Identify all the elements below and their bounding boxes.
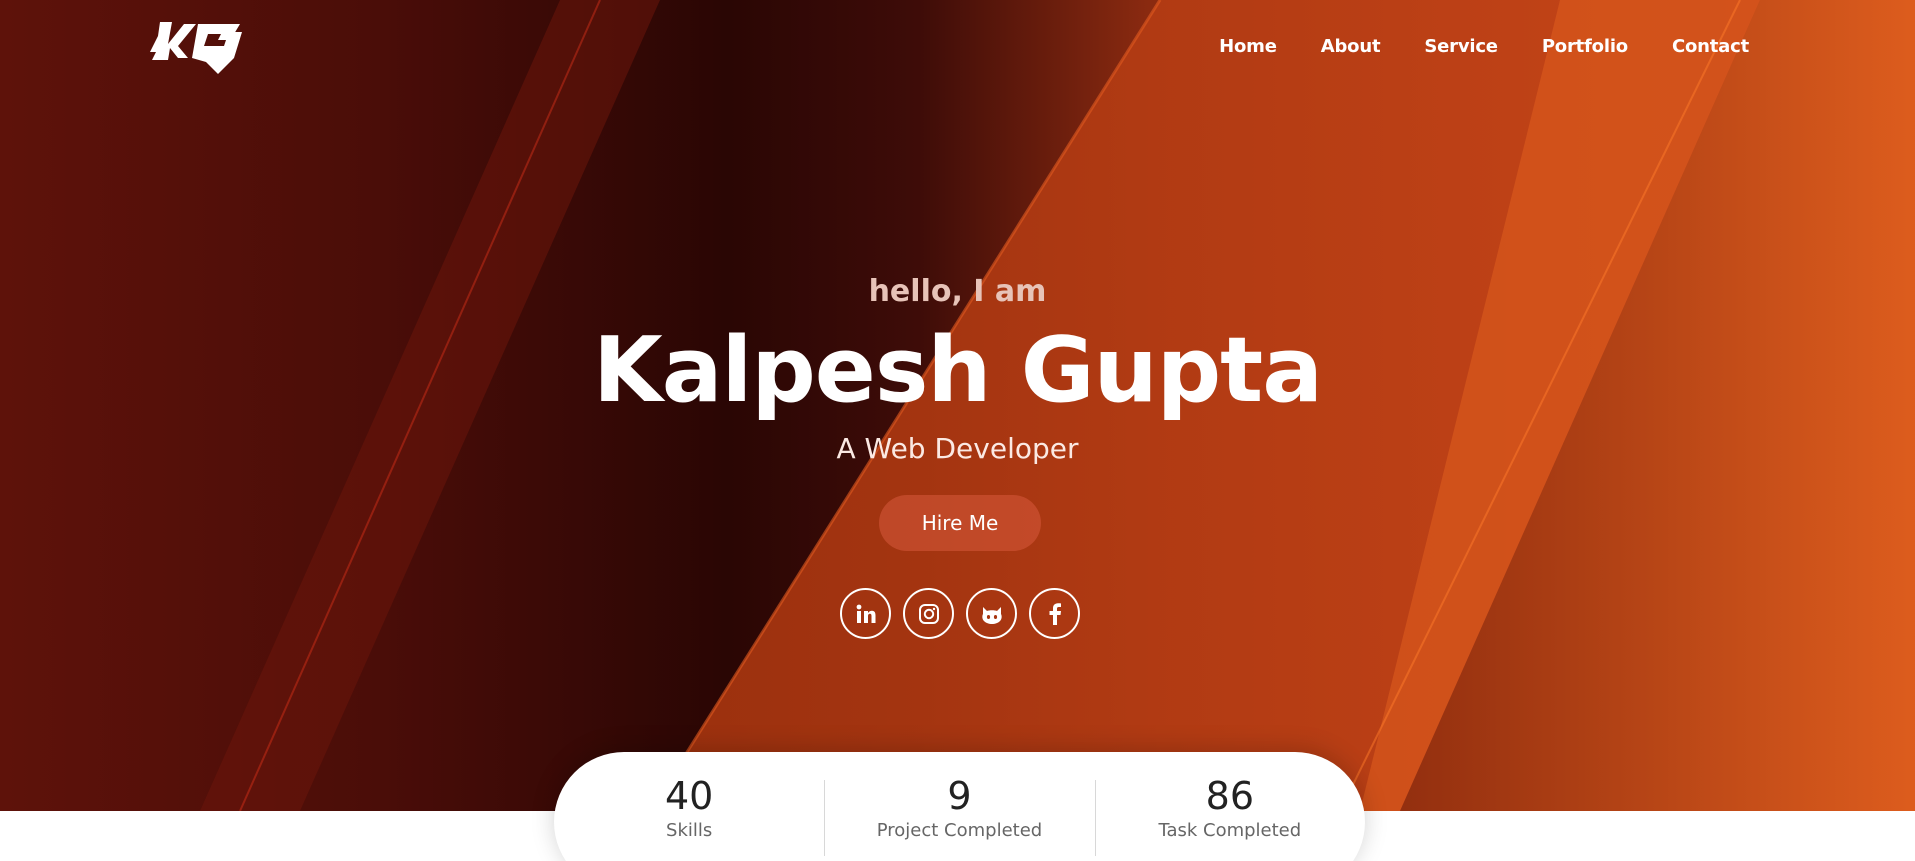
stats-card: 40 Skills 9 Project Completed 86 Task Co… (554, 752, 1365, 861)
nav-about[interactable]: About (1321, 36, 1381, 57)
hire-me-button[interactable]: Hire Me (879, 495, 1041, 551)
kg-logo-icon (150, 22, 242, 74)
github-icon (981, 606, 1002, 624)
hero-role: A Web Developer (836, 432, 1079, 465)
stat-projects: 9 Project Completed (824, 774, 1094, 861)
instagram-icon (918, 603, 939, 624)
stat-value: 40 (664, 774, 714, 818)
hero-section: Home About Service Portfolio Contact hel… (0, 0, 1915, 811)
facebook-link[interactable] (1029, 588, 1080, 639)
stat-label: Task Completed (1158, 819, 1302, 841)
instagram-link[interactable] (903, 588, 954, 639)
stat-value: 86 (1205, 774, 1254, 818)
stat-label: Project Completed (876, 819, 1043, 841)
nav-contact[interactable]: Contact (1672, 36, 1749, 57)
github-link[interactable] (966, 588, 1017, 639)
linkedin-icon (856, 604, 875, 623)
hero-name: Kalpesh Gupta (593, 318, 1323, 423)
stat-skills: 40 Skills (554, 774, 824, 861)
hero-greeting: hello, I am (868, 274, 1047, 309)
stat-value: 9 (947, 774, 972, 818)
main-nav: Home About Service Portfolio Contact (1219, 36, 1749, 57)
nav-home[interactable]: Home (1219, 36, 1277, 57)
stat-label: Skills (666, 819, 713, 841)
stat-tasks: 86 Task Completed (1094, 774, 1365, 861)
nav-portfolio[interactable]: Portfolio (1542, 36, 1628, 57)
facebook-icon (1049, 602, 1061, 625)
nav-service[interactable]: Service (1424, 36, 1498, 57)
linkedin-link[interactable] (840, 588, 891, 639)
social-links (840, 588, 1080, 639)
brand-logo[interactable] (148, 18, 244, 78)
